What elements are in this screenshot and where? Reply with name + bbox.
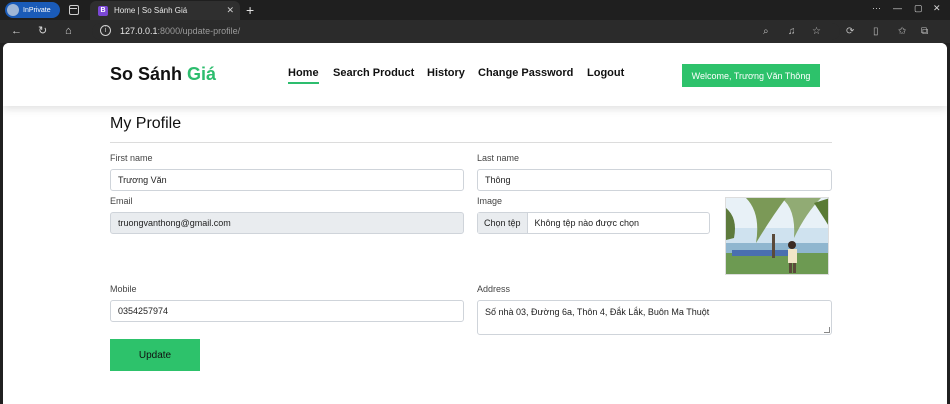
site-header: So Sánh Giá Home Search Product History … — [3, 43, 947, 106]
file-status-text: Không tệp nào được chọn — [534, 218, 640, 228]
page-viewport: So Sánh Giá Home Search Product History … — [3, 43, 947, 404]
profile-avatar-icon — [7, 4, 19, 16]
address-textarea[interactable]: Số nhà 03, Đường 6a, Thôn 4, Đắk Lắk, Bu… — [477, 300, 832, 335]
site-info-icon[interactable]: i — [100, 25, 111, 36]
refresh-icon[interactable]: ↻ — [38, 25, 47, 37]
image-file-input[interactable]: Chọn tệp Không tệp nào được chọn — [477, 212, 710, 234]
more-icon[interactable]: ··· — [872, 3, 881, 13]
close-tab-icon[interactable]: ✕ — [226, 5, 234, 16]
mobile-label: Mobile — [110, 284, 137, 294]
welcome-badge[interactable]: Welcome, Trương Văn Thông — [682, 64, 820, 87]
read-aloud-icon[interactable]: ♫ — [788, 26, 796, 37]
favorites-icon[interactable]: ✩ — [898, 26, 906, 37]
tab-title: Home | So Sánh Giá — [114, 6, 188, 15]
page-title: My Profile — [110, 115, 182, 132]
email-field: truongvanthong@gmail.com — [110, 212, 464, 234]
nav-search-product[interactable]: Search Product — [333, 67, 414, 79]
site-logo[interactable]: So Sánh Giá — [110, 64, 216, 85]
inprivate-badge[interactable]: InPrivate — [5, 2, 60, 18]
close-window-button[interactable]: ✕ — [933, 3, 941, 14]
address-text: Số nhà 03, Đường 6a, Thôn 4, Đắk Lắk, Bu… — [485, 307, 710, 317]
address-bar-row: ← ↻ ⌂ i 127.0.0.1:8000/update-profile/ ⌕… — [0, 20, 950, 43]
browser-refresh-icon[interactable]: ⟳ — [846, 26, 854, 37]
split-screen-icon[interactable]: ▯ — [873, 26, 879, 37]
home-icon[interactable]: ⌂ — [65, 25, 72, 37]
back-icon[interactable]: ← — [11, 25, 22, 37]
zoom-icon[interactable]: ⌕ — [763, 26, 769, 37]
first-name-label: First name — [110, 153, 153, 163]
nav-active-indicator — [288, 82, 319, 84]
email-label: Email — [110, 196, 133, 206]
title-divider — [110, 142, 832, 143]
collections-icon[interactable]: ⧉ — [921, 26, 928, 37]
inprivate-label: InPrivate — [23, 6, 51, 14]
nav-logout[interactable]: Logout — [587, 67, 624, 79]
nav-history[interactable]: History — [427, 67, 465, 79]
browser-tab-bar: InPrivate B Home | So Sánh Giá ✕ + ··· —… — [0, 0, 950, 20]
favicon-icon: B — [98, 5, 108, 16]
update-button[interactable]: Update — [110, 339, 200, 371]
choose-file-button[interactable]: Chọn tệp — [478, 213, 528, 233]
url-text[interactable]: 127.0.0.1:8000/update-profile/ — [120, 26, 240, 36]
image-label: Image — [477, 196, 503, 206]
workspaces-icon[interactable] — [69, 5, 79, 15]
favorite-star-icon[interactable]: ☆ — [812, 26, 821, 37]
resize-handle[interactable] — [824, 327, 830, 333]
nav-home[interactable]: Home — [288, 67, 319, 79]
last-name-field[interactable]: Thông — [477, 169, 832, 191]
first-name-field[interactable]: Trương Văn — [110, 169, 464, 191]
new-tab-button[interactable]: + — [246, 2, 254, 18]
address-label: Address — [477, 284, 511, 294]
nav-change-password[interactable]: Change Password — [478, 67, 573, 79]
maximize-button[interactable]: ▢ — [914, 3, 923, 14]
profile-photo — [725, 197, 829, 275]
mobile-field[interactable]: 0354257974 — [110, 300, 464, 322]
last-name-label: Last name — [477, 153, 520, 163]
minimize-button[interactable]: — — [893, 3, 902, 13]
browser-tab[interactable]: B Home | So Sánh Giá ✕ — [90, 1, 240, 20]
